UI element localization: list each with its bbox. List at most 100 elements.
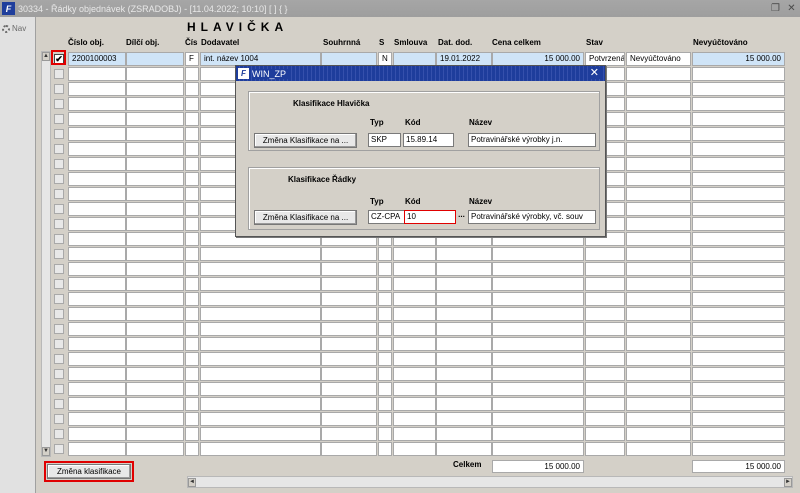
cell-stav-2[interactable] xyxy=(626,262,691,276)
row-checkbox[interactable] xyxy=(54,294,64,304)
cell-souhrnna[interactable] xyxy=(321,307,377,321)
cell-s[interactable] xyxy=(378,277,392,291)
cell-cena-celkem[interactable] xyxy=(492,262,584,276)
cell-dat-dod[interactable]: 19.01.2022 xyxy=(436,52,492,66)
cell-dilci-obj[interactable] xyxy=(126,397,184,411)
cell-cena-celkem[interactable] xyxy=(492,277,584,291)
cell-dilci-obj[interactable] xyxy=(126,97,184,111)
cell-stav-2[interactable] xyxy=(626,307,691,321)
cell-stav-2[interactable] xyxy=(626,217,691,231)
cell-nevyuctovano[interactable] xyxy=(692,292,785,306)
cell-dilci-obj[interactable] xyxy=(126,157,184,171)
cell-dodavatel[interactable] xyxy=(200,307,321,321)
cell-dilci-obj[interactable] xyxy=(126,232,184,246)
cell-cena-celkem[interactable] xyxy=(492,352,584,366)
cell-dilci-obj[interactable] xyxy=(126,337,184,351)
cell-cis[interactable] xyxy=(185,382,199,396)
cell-cis[interactable] xyxy=(185,307,199,321)
row-checkbox[interactable] xyxy=(54,309,64,319)
cell-cis[interactable] xyxy=(185,412,199,426)
cell-dat-dod[interactable] xyxy=(436,322,492,336)
cell-smlouva[interactable] xyxy=(393,382,436,396)
cell-smlouva[interactable] xyxy=(393,292,436,306)
dialog-close-icon[interactable]: ✕ xyxy=(587,67,601,79)
cell-stav-2[interactable] xyxy=(626,247,691,261)
cell-smlouva[interactable] xyxy=(393,442,436,456)
cell-cena-celkem[interactable] xyxy=(492,307,584,321)
cell-stav-2[interactable] xyxy=(626,67,691,81)
row-checkbox[interactable] xyxy=(54,444,64,454)
cell-smlouva[interactable] xyxy=(393,427,436,441)
zmena-klasifikace-hlavicka-button[interactable]: Změna Klasifikace na ... xyxy=(254,133,357,148)
row-checkbox[interactable] xyxy=(54,174,64,184)
cell-cislo-obj[interactable] xyxy=(68,97,126,111)
cell-stav-2[interactable] xyxy=(626,322,691,336)
cell-cislo-obj[interactable] xyxy=(68,277,126,291)
cell-cis[interactable] xyxy=(185,157,199,171)
row-checkbox[interactable] xyxy=(54,234,64,244)
cell-stav[interactable] xyxy=(585,322,625,336)
cell-stav-2[interactable] xyxy=(626,142,691,156)
cell-cislo-obj[interactable] xyxy=(68,82,126,96)
cell-cena-celkem[interactable]: 15 000.00 xyxy=(492,52,584,66)
row-checkbox[interactable] xyxy=(54,324,64,334)
horizontal-scrollbar[interactable]: ◄ ► xyxy=(187,476,793,488)
cell-cena-celkem[interactable] xyxy=(492,247,584,261)
cell-stav-2[interactable] xyxy=(626,337,691,351)
cell-nevyuctovano[interactable] xyxy=(692,397,785,411)
cell-cislo-obj[interactable] xyxy=(68,397,126,411)
cell-cislo-obj[interactable] xyxy=(68,292,126,306)
cell-dilci-obj[interactable] xyxy=(126,367,184,381)
cell-dat-dod[interactable] xyxy=(436,427,492,441)
row-checkbox[interactable] xyxy=(54,279,64,289)
column-header-cislo-obj[interactable]: Číslo obj. xyxy=(68,38,104,47)
cell-s[interactable] xyxy=(378,352,392,366)
cell-nevyuctovano[interactable] xyxy=(692,217,785,231)
cell-cislo-obj[interactable] xyxy=(68,232,126,246)
column-header-stav[interactable]: Stav xyxy=(586,38,603,47)
cell-dilci-obj[interactable] xyxy=(126,202,184,216)
cell-cislo-obj[interactable] xyxy=(68,262,126,276)
cell-smlouva[interactable] xyxy=(393,307,436,321)
row-checkbox[interactable] xyxy=(54,204,64,214)
cell-cislo-obj[interactable] xyxy=(68,142,126,156)
scroll-right-icon[interactable]: ► xyxy=(784,478,792,487)
cell-souhrnna[interactable] xyxy=(321,382,377,396)
cell-dilci-obj[interactable] xyxy=(126,127,184,141)
cell-nevyuctovano[interactable] xyxy=(692,307,785,321)
cell-cena-celkem[interactable] xyxy=(492,427,584,441)
row-checkbox[interactable] xyxy=(54,264,64,274)
cell-nevyuctovano[interactable]: 15 000.00 xyxy=(692,52,785,66)
column-header-dat-dod[interactable]: Dat. dod. xyxy=(438,38,472,47)
cell-cis[interactable] xyxy=(185,292,199,306)
cell-stav-2[interactable]: Nevyúčtováno xyxy=(626,52,691,66)
cell-cis[interactable] xyxy=(185,187,199,201)
cell-nevyuctovano[interactable] xyxy=(692,322,785,336)
cell-dilci-obj[interactable] xyxy=(126,322,184,336)
row-checkbox[interactable] xyxy=(54,159,64,169)
cell-dodavatel[interactable] xyxy=(200,277,321,291)
scroll-down-icon[interactable]: ▼ xyxy=(42,447,50,456)
cell-smlouva[interactable] xyxy=(393,337,436,351)
vertical-scrollbar[interactable]: ▲ ▼ xyxy=(41,51,51,457)
cell-cislo-obj[interactable] xyxy=(68,157,126,171)
cell-dilci-obj[interactable] xyxy=(126,277,184,291)
cell-dat-dod[interactable] xyxy=(436,442,492,456)
cell-souhrnna[interactable] xyxy=(321,427,377,441)
cell-stav-2[interactable] xyxy=(626,82,691,96)
cell-stav-2[interactable] xyxy=(626,367,691,381)
cell-nevyuctovano[interactable] xyxy=(692,427,785,441)
cell-cena-celkem[interactable] xyxy=(492,442,584,456)
row-checkbox[interactable] xyxy=(54,129,64,139)
cell-cis[interactable] xyxy=(185,367,199,381)
cell-s[interactable] xyxy=(378,442,392,456)
cell-smlouva[interactable] xyxy=(393,352,436,366)
cell-dilci-obj[interactable] xyxy=(126,172,184,186)
cell-stav-2[interactable] xyxy=(626,397,691,411)
cell-souhrnna[interactable] xyxy=(321,352,377,366)
cell-dilci-obj[interactable] xyxy=(126,142,184,156)
cell-nevyuctovano[interactable] xyxy=(692,127,785,141)
cell-nevyuctovano[interactable] xyxy=(692,442,785,456)
cell-stav[interactable] xyxy=(585,412,625,426)
cell-cena-celkem[interactable] xyxy=(492,367,584,381)
